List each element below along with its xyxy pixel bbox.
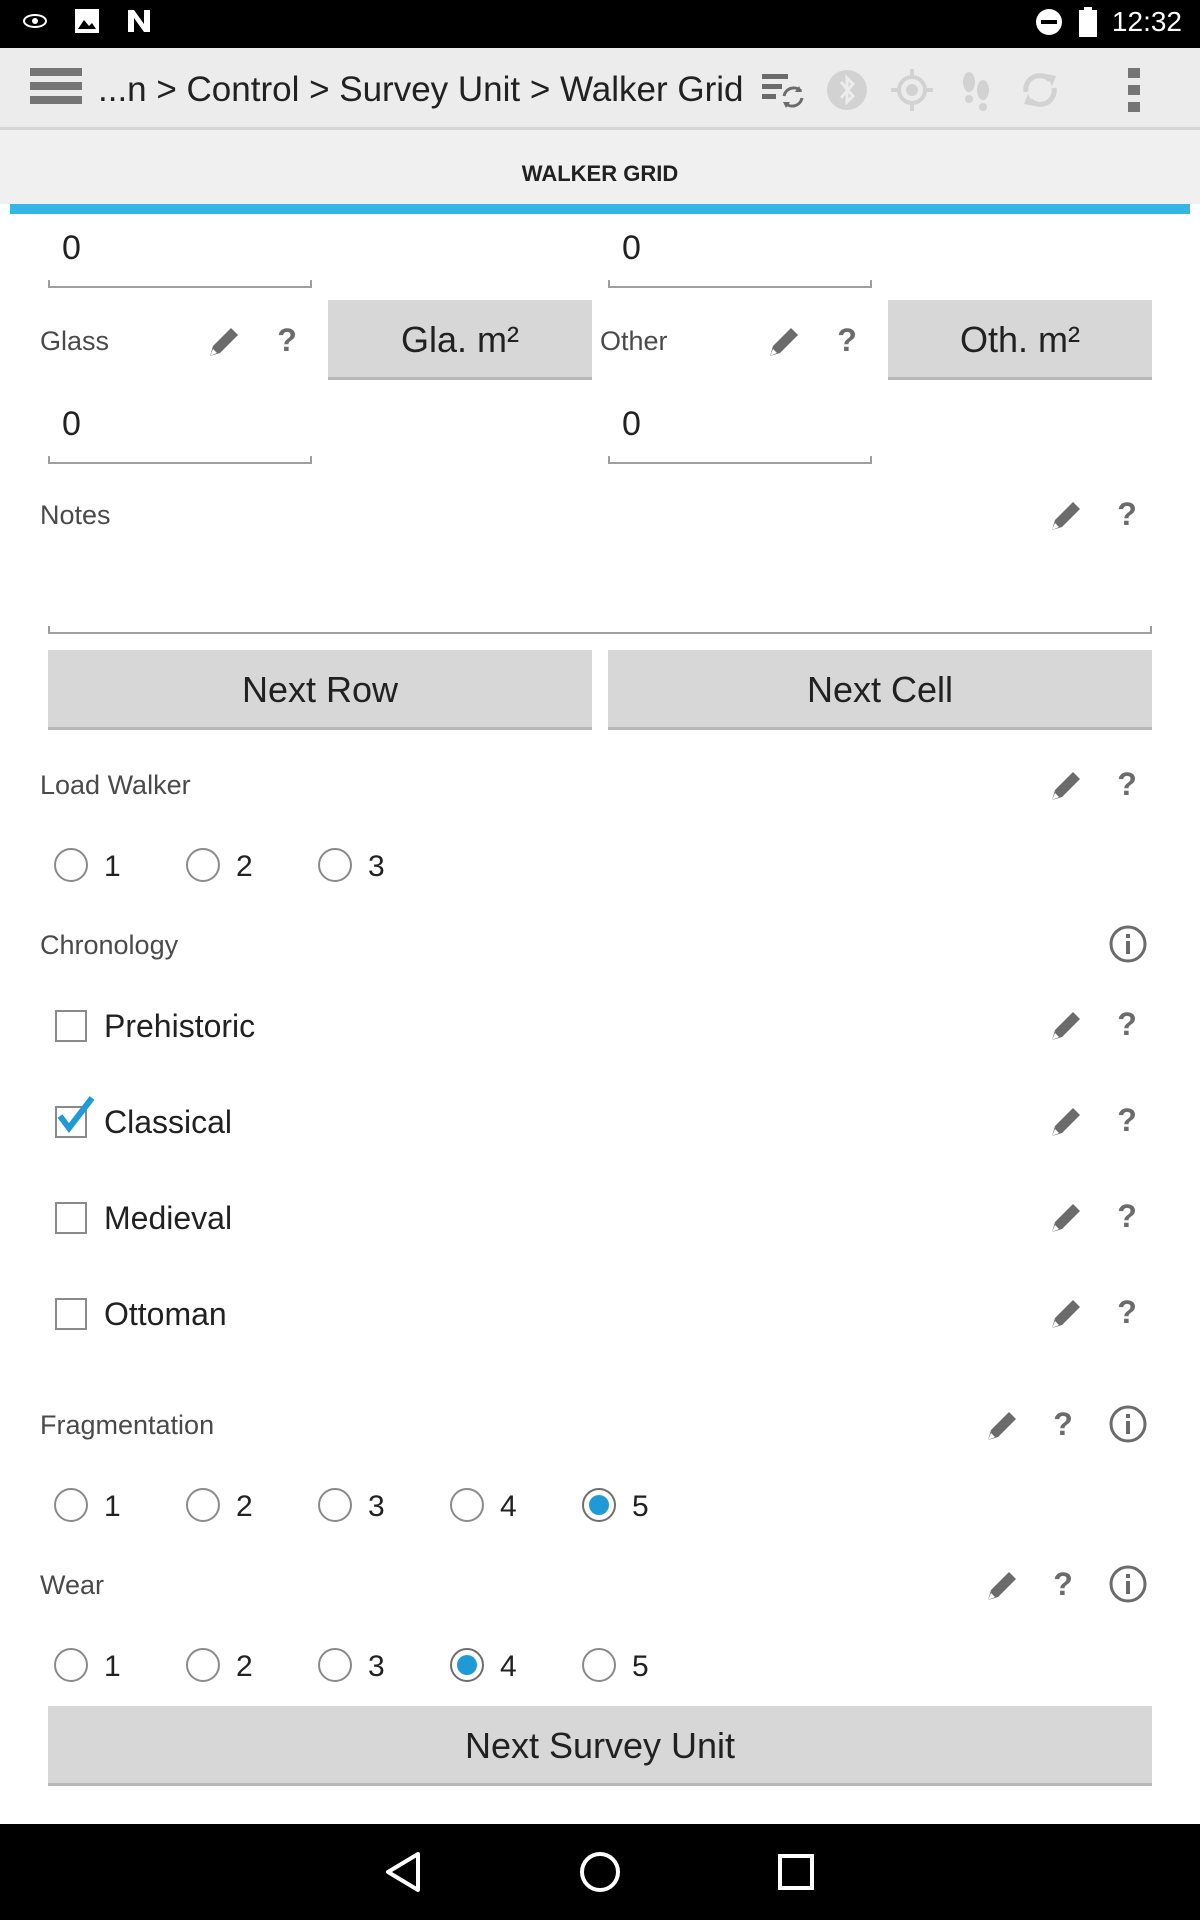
glass-value-field[interactable]: 0 <box>48 404 312 464</box>
help-icon[interactable]: ? <box>272 322 302 359</box>
radio-label: 2 <box>236 1490 253 1523</box>
info-icon[interactable] <box>1108 1404 1148 1444</box>
pencil-icon[interactable] <box>1046 1006 1086 1046</box>
pencil-icon[interactable] <box>1046 766 1086 806</box>
next-row-button[interactable]: Next Row <box>48 650 592 730</box>
top-right-value-field[interactable]: 0 <box>608 228 872 288</box>
navigation-bar <box>0 1824 1200 1920</box>
eye-notification-icon <box>23 14 47 28</box>
pencil-icon[interactable] <box>764 322 804 362</box>
load-walker-radio-2[interactable] <box>186 848 220 882</box>
back-icon[interactable] <box>380 1848 428 1896</box>
radio-label: 4 <box>500 1650 517 1683</box>
other-area-button[interactable]: Oth. m² <box>888 300 1152 380</box>
pencil-icon[interactable] <box>1046 1294 1086 1334</box>
info-icon[interactable] <box>1108 1564 1148 1604</box>
pencil-icon[interactable] <box>1046 496 1086 536</box>
help-icon[interactable]: ? <box>1048 1566 1078 1603</box>
other-value-field[interactable]: 0 <box>608 404 872 464</box>
other-label: Other <box>600 326 668 356</box>
radio-label: 1 <box>104 1650 121 1683</box>
wear-radio-1[interactable] <box>54 1648 88 1682</box>
do-not-disturb-icon <box>1035 9 1062 35</box>
fragmentation-radio-1[interactable] <box>54 1488 88 1522</box>
fragmentation-radio-3[interactable] <box>318 1488 352 1522</box>
wear-radio-2[interactable] <box>186 1648 220 1682</box>
status-bar: 12:32 <box>0 0 1200 48</box>
checkmark-icon <box>57 1096 95 1133</box>
action-bar: ...n > Control > Survey Unit > Walker Gr… <box>0 48 1200 130</box>
glass-label: Glass <box>40 326 110 356</box>
gps-icon[interactable] <box>888 66 936 114</box>
radio-label: 3 <box>368 850 385 883</box>
footsteps-icon[interactable] <box>952 66 1000 114</box>
load-walker-radio-3[interactable] <box>318 848 352 882</box>
help-icon[interactable]: ? <box>832 322 862 359</box>
next-cell-button[interactable]: Next Cell <box>608 650 1152 730</box>
image-notification-icon <box>75 9 99 33</box>
wear-label: Wear <box>40 1570 105 1600</box>
sync-settings-icon[interactable] <box>758 66 806 114</box>
radio-label: 5 <box>632 1490 649 1523</box>
fragmentation-radio-4[interactable] <box>450 1488 484 1522</box>
prehistoric-label: Prehistoric <box>104 1008 256 1044</box>
wear-radio-4[interactable] <box>450 1648 484 1682</box>
battery-icon <box>1078 7 1097 37</box>
section-title[interactable]: WALKER GRID <box>0 130 1200 204</box>
chronology-label: Chronology <box>40 930 179 960</box>
help-icon[interactable]: ? <box>1048 1406 1078 1443</box>
help-icon[interactable]: ? <box>1112 1198 1142 1235</box>
status-time: 12:32 <box>1111 6 1182 37</box>
wear-radio-3[interactable] <box>318 1648 352 1682</box>
help-icon[interactable]: ? <box>1112 496 1142 533</box>
classical-label: Classical <box>104 1104 233 1140</box>
next-survey-unit-button[interactable]: Next Survey Unit <box>48 1706 1152 1786</box>
info-icon[interactable] <box>1108 924 1148 964</box>
bluetooth-icon[interactable] <box>823 66 871 114</box>
pencil-icon[interactable] <box>982 1566 1022 1606</box>
overflow-menu-icon[interactable] <box>1110 66 1158 114</box>
load-walker-label: Load Walker <box>40 770 191 800</box>
pencil-icon[interactable] <box>1046 1198 1086 1238</box>
wear-radio-5[interactable] <box>582 1648 616 1682</box>
radio-label: 4 <box>500 1490 517 1523</box>
radio-label: 1 <box>104 850 121 883</box>
radio-label: 1 <box>104 1490 121 1523</box>
notes-input[interactable] <box>48 534 1152 634</box>
top-left-value-field[interactable]: 0 <box>48 228 312 288</box>
glass-area-button[interactable]: Gla. m² <box>328 300 592 380</box>
medieval-label: Medieval <box>104 1200 233 1236</box>
prehistoric-checkbox[interactable] <box>55 1010 87 1042</box>
home-icon[interactable] <box>576 1848 624 1896</box>
n-notification-icon <box>128 10 150 32</box>
medieval-checkbox[interactable] <box>55 1202 87 1234</box>
pencil-icon[interactable] <box>982 1406 1022 1446</box>
ottoman-checkbox[interactable] <box>55 1298 87 1330</box>
help-icon[interactable]: ? <box>1112 1102 1142 1139</box>
pencil-icon[interactable] <box>1046 1102 1086 1142</box>
fragmentation-radio-5[interactable] <box>582 1488 616 1522</box>
help-icon[interactable]: ? <box>1112 1006 1142 1043</box>
radio-label: 3 <box>368 1490 385 1523</box>
recents-icon[interactable] <box>772 1848 820 1896</box>
notes-label: Notes <box>40 500 111 530</box>
help-icon[interactable]: ? <box>1112 766 1142 803</box>
help-icon[interactable]: ? <box>1112 1294 1142 1331</box>
radio-label: 2 <box>236 850 253 883</box>
form-content[interactable]: 0 0 Glass ? Gla. m² Other ? Oth. m² 0 0 … <box>10 214 1190 1824</box>
fragmentation-radio-2[interactable] <box>186 1488 220 1522</box>
ottoman-label: Ottoman <box>104 1296 227 1332</box>
pencil-icon[interactable] <box>204 322 244 362</box>
tab-indicator <box>10 204 1190 214</box>
refresh-icon[interactable] <box>1016 66 1064 114</box>
menu-icon[interactable] <box>30 68 82 110</box>
breadcrumb[interactable]: ...n > Control > Survey Unit > Walker Gr… <box>98 70 743 110</box>
radio-label: 5 <box>632 1650 649 1683</box>
radio-label: 2 <box>236 1650 253 1683</box>
fragmentation-label: Fragmentation <box>40 1410 215 1440</box>
radio-label: 3 <box>368 1650 385 1683</box>
load-walker-radio-1[interactable] <box>54 848 88 882</box>
